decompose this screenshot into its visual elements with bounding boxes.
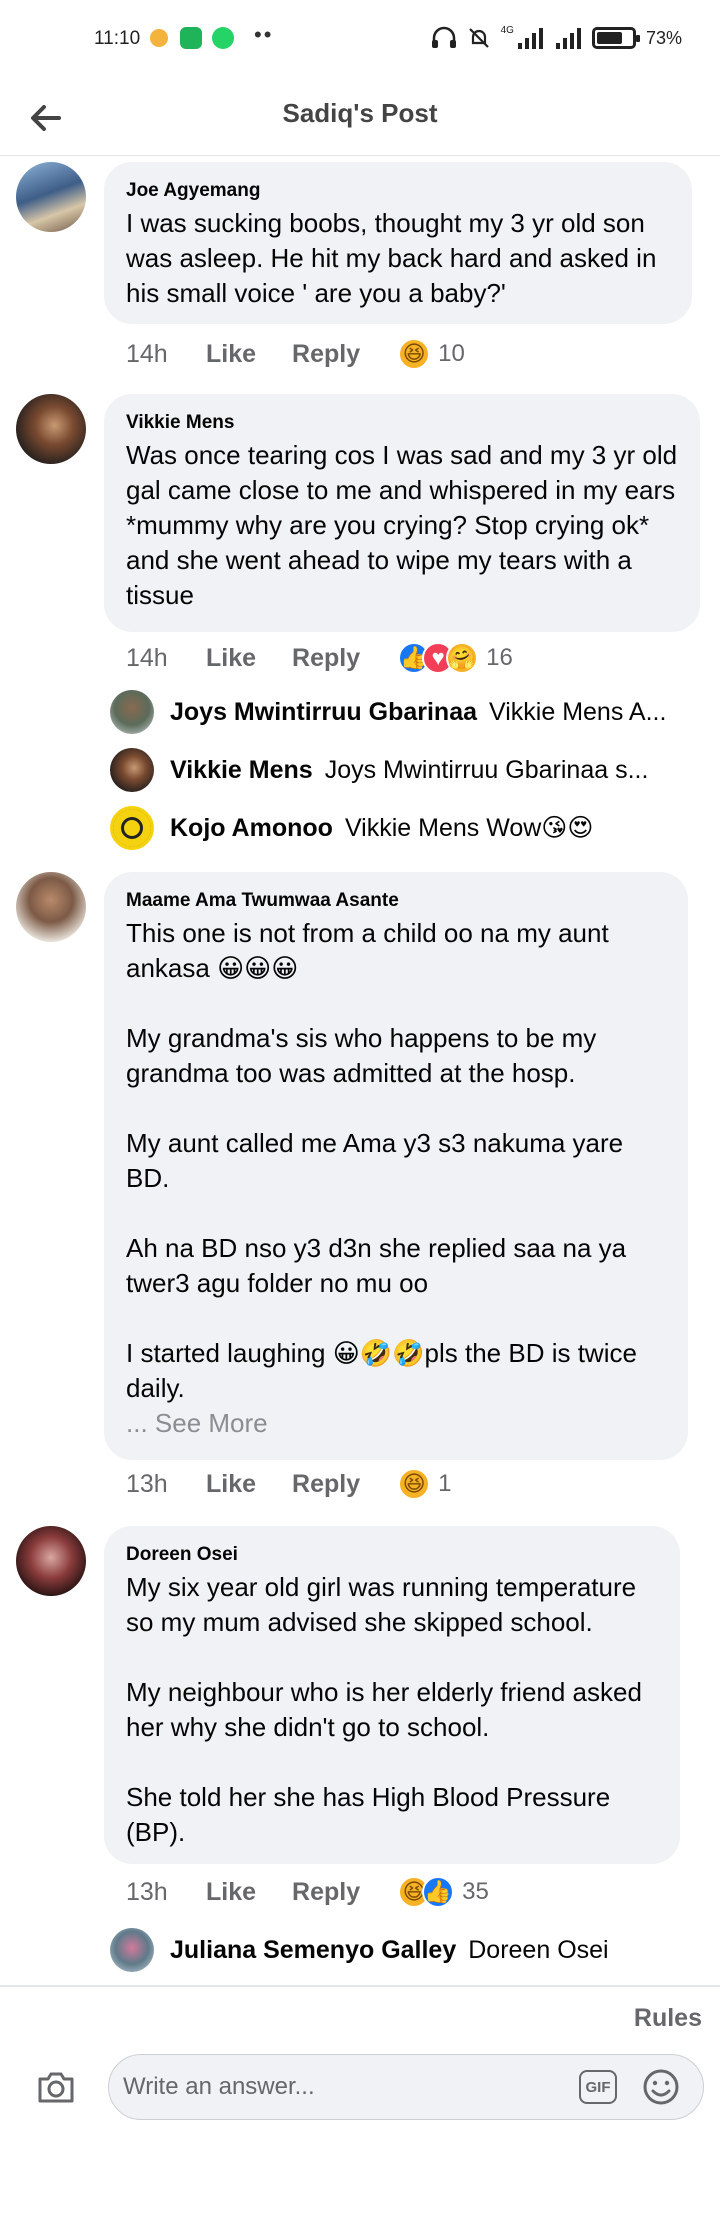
camera-button[interactable] bbox=[34, 2065, 78, 2109]
comment-author[interactable]: Doreen Osei bbox=[126, 1544, 658, 1566]
reply-text: Vikkie Mens Wow😘😍 bbox=[344, 814, 594, 842]
comment-time: 14h bbox=[126, 339, 168, 368]
reaction-summary[interactable]: 👍 ♥ 🤗 16 bbox=[398, 642, 513, 674]
reply-text: Doreen Osei bbox=[468, 1935, 609, 1964]
reaction-count: 35 bbox=[462, 1878, 489, 1905]
reply-item[interactable]: Vikkie Mens Joys Mwintirruu Gbarinaa s..… bbox=[110, 746, 690, 794]
comment-actions: 13h Like Reply 😆 👍 35 bbox=[126, 1870, 489, 1914]
comment-actions: 13h Like Reply 😆 1 bbox=[126, 1462, 451, 1506]
comment-author[interactable]: Maame Ama Twumwaa Asante bbox=[126, 890, 666, 912]
answer-input[interactable] bbox=[123, 2055, 553, 2119]
like-button[interactable]: Like bbox=[206, 1470, 256, 1499]
comment-time: 13h bbox=[126, 1877, 168, 1906]
network-type: 4G bbox=[500, 24, 514, 36]
reply-author: Juliana Semenyo Galley bbox=[170, 1935, 457, 1964]
haha-icon: 😆 bbox=[398, 338, 431, 370]
comment-time: 14h bbox=[126, 643, 168, 672]
reply-item[interactable]: Juliana Semenyo Galley Doreen Osei bbox=[110, 1926, 690, 1974]
avatar bbox=[110, 1928, 154, 1972]
status-time: 11:10 bbox=[94, 28, 141, 49]
comment-actions: 14h Like Reply 😆 10 bbox=[126, 332, 465, 376]
reply-author: Kojo Amonoo bbox=[170, 813, 333, 842]
like-button[interactable]: Like bbox=[206, 340, 256, 369]
avatar bbox=[110, 806, 154, 850]
footer-divider bbox=[0, 1985, 720, 1987]
reply-item[interactable]: Kojo Amonoo Vikkie Mens Wow😘😍 bbox=[110, 804, 690, 852]
like-button[interactable]: Like bbox=[206, 1878, 256, 1907]
like-icon: 👍 bbox=[422, 1876, 455, 1908]
mute-bell-icon bbox=[468, 28, 489, 48]
more-notifications-icon: •• bbox=[254, 22, 274, 47]
page-title: Sadiq's Post bbox=[282, 98, 438, 128]
status-bar: 11:10 •• 4G 73% bbox=[0, 0, 720, 84]
notification-app-icon bbox=[150, 29, 168, 47]
phone-app-icon bbox=[180, 27, 202, 49]
reply-button[interactable]: Reply bbox=[292, 644, 360, 673]
signal-icon-2 bbox=[555, 28, 581, 49]
avatar[interactable] bbox=[16, 872, 86, 942]
camera-icon bbox=[38, 2072, 74, 2103]
battery-icon bbox=[591, 27, 640, 49]
comment-bubble: Joe Agyemang I was sucking boobs, though… bbox=[104, 162, 692, 324]
emoji-icon bbox=[643, 2069, 679, 2105]
comment-time: 13h bbox=[126, 1469, 168, 1498]
care-icon: 🤗 bbox=[446, 642, 479, 674]
avatar[interactable] bbox=[16, 394, 86, 464]
comment-bubble: Maame Ama Twumwaa Asante This one is not… bbox=[104, 872, 688, 1460]
avatar[interactable] bbox=[16, 162, 86, 232]
gif-button[interactable]: GIF bbox=[579, 2070, 617, 2104]
reaction-summary[interactable]: 😆 👍 35 bbox=[398, 1876, 489, 1908]
comment-bubble: Vikkie Mens Was once tearing cos I was s… bbox=[104, 394, 700, 632]
avatar bbox=[110, 748, 154, 792]
status-indicators: 4G 73% bbox=[431, 24, 682, 50]
comment-composer: GIF bbox=[108, 2054, 704, 2120]
battery-percent: 73% bbox=[645, 27, 682, 48]
reaction-count: 16 bbox=[486, 644, 513, 671]
see-more-link[interactable]: ... See More bbox=[126, 1406, 666, 1441]
rules-link[interactable]: Rules bbox=[634, 2004, 702, 2033]
reaction-count: 1 bbox=[438, 1470, 452, 1497]
avatar[interactable] bbox=[16, 1526, 86, 1596]
like-button[interactable]: Like bbox=[206, 644, 256, 673]
reaction-summary[interactable]: 😆 10 bbox=[398, 338, 465, 370]
comment-author[interactable]: Joe Agyemang bbox=[126, 180, 670, 202]
comment-text: Was once tearing cos I was sad and my 3 … bbox=[126, 440, 685, 610]
emoji-button[interactable] bbox=[641, 2067, 681, 2107]
comment-actions: 14h Like Reply 👍 ♥ 🤗 16 bbox=[126, 636, 513, 680]
reaction-summary[interactable]: 😆 1 bbox=[398, 1468, 451, 1500]
whatsapp-icon bbox=[212, 27, 234, 49]
headset-icon bbox=[431, 26, 456, 48]
reply-button[interactable]: Reply bbox=[292, 1470, 360, 1499]
comment-text: This one is not from a child oo na my au… bbox=[126, 918, 637, 1403]
reply-text: Joys Mwintirruu Gbarinaa s... bbox=[324, 755, 649, 784]
post-header: Sadiq's Post bbox=[0, 84, 720, 156]
reply-button[interactable]: Reply bbox=[292, 1878, 360, 1907]
reply-author: Joys Mwintirruu Gbarinaa bbox=[170, 697, 478, 726]
reply-item[interactable]: Joys Mwintirruu Gbarinaa Vikkie Mens A..… bbox=[110, 688, 690, 736]
haha-icon: 😆 bbox=[398, 1468, 431, 1500]
reply-text: Vikkie Mens A... bbox=[489, 697, 667, 726]
comment-bubble: Doreen Osei My six year old girl was run… bbox=[104, 1526, 680, 1864]
signal-icon bbox=[517, 28, 543, 49]
comment-text: My six year old girl was running tempera… bbox=[126, 1572, 642, 1847]
reply-button[interactable]: Reply bbox=[292, 340, 360, 369]
comment-text: I was sucking boobs, thought my 3 yr old… bbox=[126, 208, 664, 308]
avatar bbox=[110, 690, 154, 734]
reaction-count: 10 bbox=[438, 340, 465, 367]
comment-author[interactable]: Vikkie Mens bbox=[126, 412, 678, 434]
reply-author: Vikkie Mens bbox=[170, 755, 313, 784]
